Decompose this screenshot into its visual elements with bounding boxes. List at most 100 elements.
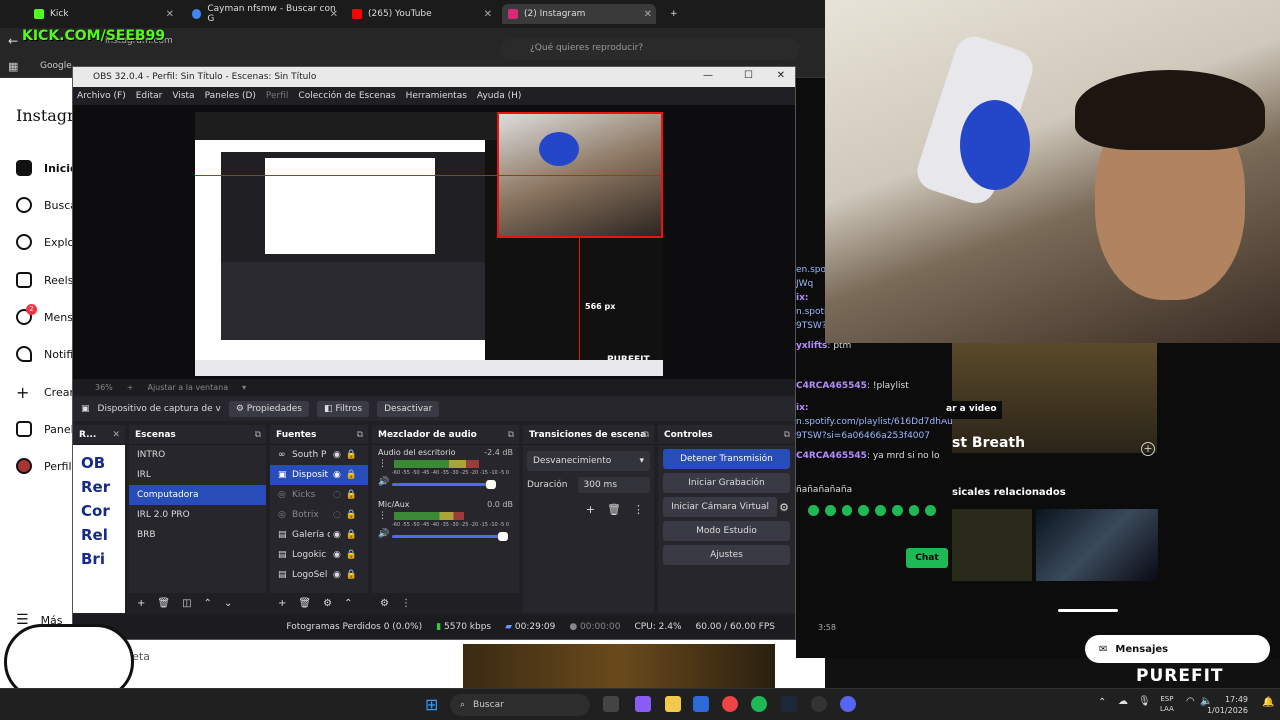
new-tab-button[interactable]: + [664,4,684,24]
lock-icon[interactable]: 🔒 [346,450,357,460]
maximize-icon[interactable]: ☐ [744,70,753,81]
language-indicator[interactable]: ESP LAA [1160,694,1174,714]
store-icon[interactable] [693,696,709,712]
close-icon[interactable]: ✕ [112,430,120,440]
volume-slider[interactable] [392,480,496,489]
chat-user[interactable]: C4RCA465545 [796,451,867,461]
system-clock[interactable]: 17:49 1/01/2026 [1207,694,1248,716]
network-icon[interactable]: ☁ [1118,696,1128,707]
deactivate-button[interactable]: Desactivar [377,401,440,417]
zoom-value[interactable]: 36% [95,383,113,392]
source-item[interactable]: ◎ Kicks ◌ 🔒 [270,485,368,505]
menu-herramientas[interactable]: Herramientas [406,91,467,101]
dock-menu-icon[interactable]: ⧉ [357,430,363,440]
eye-icon[interactable]: ◉ [333,550,341,560]
scene-item[interactable]: INTRO [129,445,266,465]
menu-editar[interactable]: Editar [136,91,163,101]
add-plus-icon[interactable]: + [1141,442,1155,456]
source-item[interactable]: ∞ South P ◉ 🔒 [270,445,368,465]
trash-icon[interactable]: 🗑 [607,503,621,516]
nav-crear[interactable]: + Crear [16,383,74,402]
trash-icon[interactable]: 🗑 [157,598,170,609]
mic-icon[interactable]: 🎙 [1138,696,1151,707]
add-icon[interactable]: + [278,598,286,609]
eye-icon[interactable]: ◉ [333,530,341,540]
source-item[interactable]: ◎ Botrix ◌ 🔒 [270,505,368,525]
related-thumb[interactable] [1036,509,1158,581]
spotify-icon[interactable] [751,696,767,712]
chrome-icon[interactable] [722,696,738,712]
virtual-camera-button[interactable]: Iniciar Cámara Virtual [663,497,778,517]
kebab-icon[interactable]: ⋮ [378,511,387,521]
menu-ayuda[interactable]: Ayuda (H) [477,91,521,101]
file-explorer-icon[interactable] [665,696,681,712]
source-item[interactable]: ▤ Galería c ◉ 🔒 [270,525,368,545]
lock-icon[interactable]: 🔒 [346,470,357,480]
settings-button[interactable]: Ajustes [663,545,790,565]
eye-icon[interactable]: ◉ [333,570,341,580]
nav-inicio[interactable]: Inicio [16,160,78,176]
messages-pill[interactable]: ✉ Mensajes [1085,635,1270,663]
bookmark-google[interactable]: Google [40,61,72,71]
source-item[interactable]: ▤ LogoSel ◉ 🔒 [270,565,368,585]
dock-menu-icon[interactable]: ⧉ [255,430,261,440]
lock-icon[interactable]: 🔒 [346,510,357,520]
view-video-button[interactable]: ar a video [942,401,1002,419]
filter-icon[interactable]: ◫ [182,598,191,609]
related-thumb[interactable] [952,509,1032,581]
close-icon[interactable]: ✕ [777,70,785,81]
kebab-icon[interactable]: ⋮ [378,459,387,469]
preview-canvas[interactable]: 1235 px 566 px PUREFIT [195,112,663,376]
widgets-icon[interactable] [635,696,651,712]
dock-menu-icon[interactable]: ⧉ [643,430,649,440]
close-icon[interactable]: ✕ [330,9,338,20]
speaker-icon[interactable]: 🔊 [378,529,389,539]
up-icon[interactable]: ⌃ [344,598,352,609]
add-icon[interactable]: + [137,598,145,609]
menu-perfil[interactable]: Perfil [266,91,289,101]
nav-reels[interactable]: Reels [16,272,73,288]
chat-send-button[interactable]: Chat [906,548,948,568]
windows-start-icon[interactable]: ⊞ [425,695,438,714]
stop-stream-button[interactable]: Detener Transmisión [663,449,790,469]
kebab-icon[interactable]: ⋮ [401,598,411,609]
lock-icon[interactable]: 🔒 [346,570,357,580]
nav-explorar[interactable]: Explor [16,234,79,250]
close-icon[interactable]: ✕ [484,9,492,20]
fit-window[interactable]: Ajustar a la ventana [147,383,228,392]
menu-paneles[interactable]: Paneles (D) [205,91,256,101]
transition-select[interactable]: Desvanecimiento ▾ [527,451,650,471]
nav-notificaciones[interactable]: Notific [16,346,79,362]
slider-knob[interactable] [486,480,496,489]
chat-user[interactable]: yxlifts [796,341,827,351]
start-recording-button[interactable]: Iniciar Grabación [663,473,790,493]
menu-archivo[interactable]: Archivo (F) [77,91,126,101]
speaker-icon[interactable]: 🔊 [378,477,389,487]
gear-icon[interactable]: ⚙ [779,501,789,514]
source-item[interactable]: ▤ Logokic ◉ 🔒 [270,545,368,565]
scene-item[interactable]: BRB [129,525,266,545]
nav-perfil[interactable]: Perfil [16,458,72,474]
duration-input[interactable]: 300 ms [577,477,650,493]
gear-icon[interactable]: ⚙ [380,598,389,609]
lock-icon[interactable]: 🔒 [346,490,357,500]
tab-instagram[interactable]: (2) Instagram ✕ [502,4,656,24]
wifi-icon[interactable]: ◠ [1186,696,1195,707]
close-icon[interactable]: ✕ [166,9,174,20]
up-icon[interactable]: ⌃ [204,598,212,609]
down-icon[interactable]: ⌄ [224,598,232,609]
chevron-down-icon[interactable]: ▾ [242,383,246,392]
volume-slider[interactable] [392,532,508,541]
studio-mode-button[interactable]: Modo Estudio [663,521,790,541]
eye-icon[interactable]: ◉ [333,450,341,460]
steam-icon[interactable] [781,696,797,712]
lock-icon[interactable]: 🔒 [346,550,357,560]
tab-google[interactable]: Cayman nfsmw - Buscar con G ✕ [186,4,342,24]
scene-item[interactable]: Computadora [129,485,266,505]
minimize-icon[interactable]: — [703,70,713,81]
gear-icon[interactable]: ⚙ [323,598,332,609]
spotify-search-input[interactable]: ¿Qué quieres reproducir? [500,38,800,60]
taskview-icon[interactable] [603,696,619,712]
chat-text[interactable]: n.spotify.com/playlist/616Dd7dhAu [796,417,953,427]
taskbar-search[interactable]: ⌕ Buscar [450,694,590,716]
